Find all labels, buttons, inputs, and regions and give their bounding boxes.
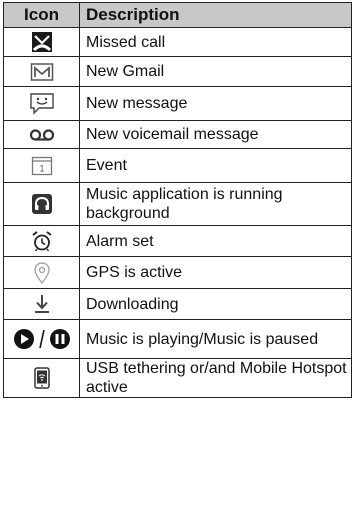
headphones-icon bbox=[31, 194, 52, 214]
description-cell: New Gmail bbox=[79, 56, 352, 87]
table-header-row: Icon Description bbox=[3, 2, 352, 28]
table-row: Missed call bbox=[3, 27, 352, 57]
description-cell: Alarm set bbox=[79, 225, 352, 257]
table-row: New message bbox=[3, 86, 352, 121]
description-column-header: Description bbox=[79, 2, 352, 28]
description-cell: GPS is active bbox=[79, 256, 352, 289]
table-row: 1 Event bbox=[3, 148, 352, 183]
description-cell: USB tethering or/and Mobile Hotspot acti… bbox=[79, 358, 352, 398]
table-row: New Gmail bbox=[3, 56, 352, 87]
description-cell: Music is playing/Music is paused bbox=[79, 319, 352, 359]
table-row: USB tethering or/and Mobile Hotspot acti… bbox=[3, 358, 352, 398]
missed-call-icon bbox=[31, 32, 52, 52]
table-row: Music application is running background bbox=[3, 182, 352, 226]
description-cell: Missed call bbox=[79, 27, 352, 57]
voicemail-icon bbox=[29, 128, 54, 141]
gmail-icon bbox=[30, 62, 53, 81]
gps-pin-icon bbox=[33, 261, 50, 284]
svg-text:1: 1 bbox=[39, 163, 44, 173]
calendar-event-icon: 1 bbox=[31, 156, 52, 175]
table-row: Music is playing/Music is paused bbox=[3, 319, 352, 359]
icon-column-header: Icon bbox=[3, 2, 80, 28]
play-pause-icon bbox=[13, 329, 70, 349]
description-cell: Downloading bbox=[79, 288, 352, 320]
status-icons-table: Icon Description Missed call New Gmail N… bbox=[3, 2, 352, 398]
description-cell: Event bbox=[79, 148, 352, 183]
table-row: Alarm set bbox=[3, 225, 352, 257]
alarm-icon bbox=[31, 231, 52, 252]
hotspot-icon bbox=[33, 367, 50, 389]
description-cell: Music application is running background bbox=[79, 182, 352, 226]
table-row: GPS is active bbox=[3, 256, 352, 289]
table-row: New voicemail message bbox=[3, 120, 352, 149]
table-row: Downloading bbox=[3, 288, 352, 320]
download-icon bbox=[34, 295, 49, 313]
description-cell: New voicemail message bbox=[79, 120, 352, 149]
description-cell: New message bbox=[79, 86, 352, 121]
message-icon bbox=[29, 92, 54, 115]
